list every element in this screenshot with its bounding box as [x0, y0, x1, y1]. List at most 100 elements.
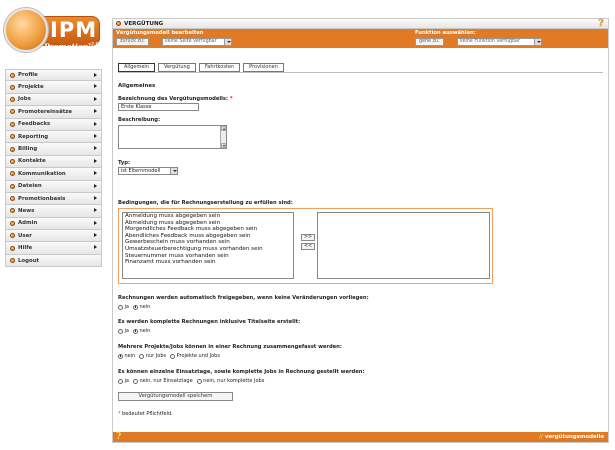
selected-conditions-list[interactable]: [317, 212, 490, 279]
q-combine-options: nein nur Jobs Projekte und Jobs: [118, 353, 224, 359]
sidebar-item-news[interactable]: News: [5, 205, 102, 218]
chevron-right-icon: [94, 233, 97, 238]
function-label: Funktion auswählen:: [415, 30, 476, 36]
radio-button[interactable]: [132, 328, 138, 334]
list-item[interactable]: Anmeldung muss abgegeben sein: [123, 213, 293, 220]
sidebar-item-label: Kommunikation: [18, 170, 66, 177]
radio-button[interactable]: [132, 304, 138, 310]
sidebar-item-logout[interactable]: Logout: [5, 254, 102, 268]
radio-button[interactable]: [196, 378, 202, 384]
tab-fahrtkosten[interactable]: Fahrtkosten: [198, 63, 241, 72]
sidebar-item-promotereinsätze[interactable]: Promotereinsätze: [5, 106, 102, 119]
list-item[interactable]: Morgendliches Feedback muss abgegeben se…: [123, 226, 293, 233]
tab-bar: Allgemein Vergütung Fahrtkosten Provisionen: [118, 63, 284, 72]
chevron-right-icon: [94, 208, 97, 213]
scrollbar[interactable]: [220, 126, 226, 148]
sidebar-item-hilfe[interactable]: Hilfe: [5, 242, 102, 255]
radio-button[interactable]: [118, 304, 123, 310]
type-select-value: ist Elternmodell: [121, 168, 161, 174]
scroll-up-icon[interactable]: [221, 126, 226, 131]
add-condition-button[interactable]: >>: [301, 234, 315, 241]
bullet-icon: [10, 245, 15, 251]
chevron-right-icon: [94, 158, 97, 163]
bullet-icon: [10, 134, 15, 140]
sidebar-item-kontakte[interactable]: Kontakte: [5, 155, 102, 169]
list-item[interactable]: Umsatzsteuerberechtigung muss vorhanden …: [123, 246, 293, 253]
name-input[interactable]: Erste Klasse: [118, 103, 199, 111]
q-full-invoice-label: Es werden komplette Rechnungen inklusive…: [118, 319, 301, 325]
chevron-right-icon: [94, 171, 97, 176]
sidebar-item-kommunikation[interactable]: Kommunikation: [5, 168, 102, 181]
radio-button[interactable]: [170, 353, 176, 359]
sidebar-item-jobs[interactable]: Jobs: [5, 93, 102, 107]
bullet-icon: [10, 233, 15, 239]
radio-label[interactable]: ja: [125, 328, 129, 334]
radio-label[interactable]: nein: [125, 353, 136, 359]
go-button[interactable]: gehe zu:: [415, 38, 444, 46]
radio-button[interactable]: [118, 353, 123, 359]
radio-label[interactable]: ja: [125, 378, 129, 384]
save-button[interactable]: Vergütungsmodell speichern: [118, 392, 233, 401]
sidebar-item-profile[interactable]: Profile: [5, 69, 102, 82]
sidebar-item-label: Projekte: [18, 84, 44, 91]
list-item[interactable]: Finanzamt muss vorhanden sein: [123, 259, 293, 266]
radio-label[interactable]: nein, nur Einsatztage: [139, 378, 192, 384]
radio-button[interactable]: [132, 378, 138, 384]
help-icon[interactable]: ?: [116, 432, 121, 442]
description-textarea[interactable]: [118, 125, 227, 149]
tab-vergütung[interactable]: Vergütung: [157, 63, 196, 72]
radio-label[interactable]: Projekte und Jobs: [177, 353, 220, 359]
q-full-invoice-options: ja nein: [118, 328, 154, 334]
type-select[interactable]: ist Elternmodell: [118, 167, 178, 175]
tab-provisionen[interactable]: Provisionen: [243, 63, 284, 72]
list-item[interactable]: Abmeldung muss abgegeben sein: [123, 220, 293, 227]
radio-label[interactable]: nein: [139, 328, 150, 334]
bullet-icon: [116, 21, 121, 26]
toolbar: Vergütungsmodell bearbeiten zurück zu: k…: [113, 29, 608, 48]
sidebar-item-label: Kontakte: [18, 158, 46, 165]
sidebar-item-reporting[interactable]: Reporting: [5, 130, 102, 144]
bullet-icon: [10, 121, 15, 127]
bullet-icon: [10, 96, 15, 102]
q-combine-label: Mehrere Projekte/Jobs können in einer Re…: [118, 344, 342, 350]
radio-button[interactable]: [118, 378, 123, 384]
list-item[interactable]: Abendliches Feedback muss abgegeben sein: [123, 233, 293, 240]
sidebar-item-projekte[interactable]: Projekte: [5, 81, 102, 94]
sidebar-item-label: News: [18, 207, 35, 214]
available-conditions-list[interactable]: Anmeldung muss abgegeben sein Abmeldung m…: [122, 212, 294, 279]
sidebar-item-feedbacks[interactable]: Feedbacks: [5, 118, 102, 131]
sidebar-item-user[interactable]: User: [5, 230, 102, 243]
chevron-down-icon: [224, 39, 231, 45]
logo-subtitle: Promotionv2.0: [44, 42, 99, 51]
help-icon[interactable]: ?: [597, 20, 605, 29]
back-select[interactable]: keine Seite verfügbar: [162, 38, 232, 46]
bullet-icon: [10, 196, 15, 202]
bullet-icon: [10, 158, 15, 164]
back-button[interactable]: zurück zu:: [116, 38, 149, 46]
scroll-down-icon[interactable]: [221, 143, 226, 148]
list-item[interactable]: Steuernummer muss vorhanden sein: [123, 253, 293, 260]
q-auto-release-label: Rechnungen werden automatisch freigegebe…: [118, 295, 369, 301]
radio-label[interactable]: nein: [139, 304, 150, 310]
radio-label[interactable]: nein, nur komplette Jobs: [203, 378, 264, 384]
radio-button[interactable]: [139, 353, 145, 359]
function-select[interactable]: keine Funktion verfügbar: [457, 38, 542, 46]
sidebar-item-promotionbasis[interactable]: Promotionbasis: [5, 192, 102, 206]
edit-model-label: Vergütungsmodell bearbeiten: [116, 30, 204, 36]
bullet-icon: [10, 72, 15, 78]
sidebar-item-label: Reporting: [18, 133, 49, 140]
sidebar-item-dateien[interactable]: Dateien: [5, 180, 102, 193]
list-item[interactable]: Gewerbeschein muss vorhanden sein: [123, 239, 293, 246]
remove-condition-button[interactable]: <<: [301, 243, 315, 250]
tab-allgemein[interactable]: Allgemein: [118, 63, 155, 72]
sidebar-item-billing[interactable]: Billing: [5, 143, 102, 156]
radio-label[interactable]: nur Jobs: [146, 353, 166, 359]
bullet-icon: [10, 220, 15, 226]
sidebar-item-label: Profile: [18, 72, 38, 79]
radio-button[interactable]: [118, 328, 123, 334]
name-label: Bezeichnung des Vergütungsmodells: *: [118, 96, 233, 102]
sidebar-item-label: Dateien: [18, 183, 42, 190]
radio-label[interactable]: ja: [125, 304, 129, 310]
sidebar-item-admin[interactable]: Admin: [5, 217, 102, 231]
sidebar-nav: Profile Projekte Jobs Promotereinsätze Feedb…: [5, 69, 102, 268]
